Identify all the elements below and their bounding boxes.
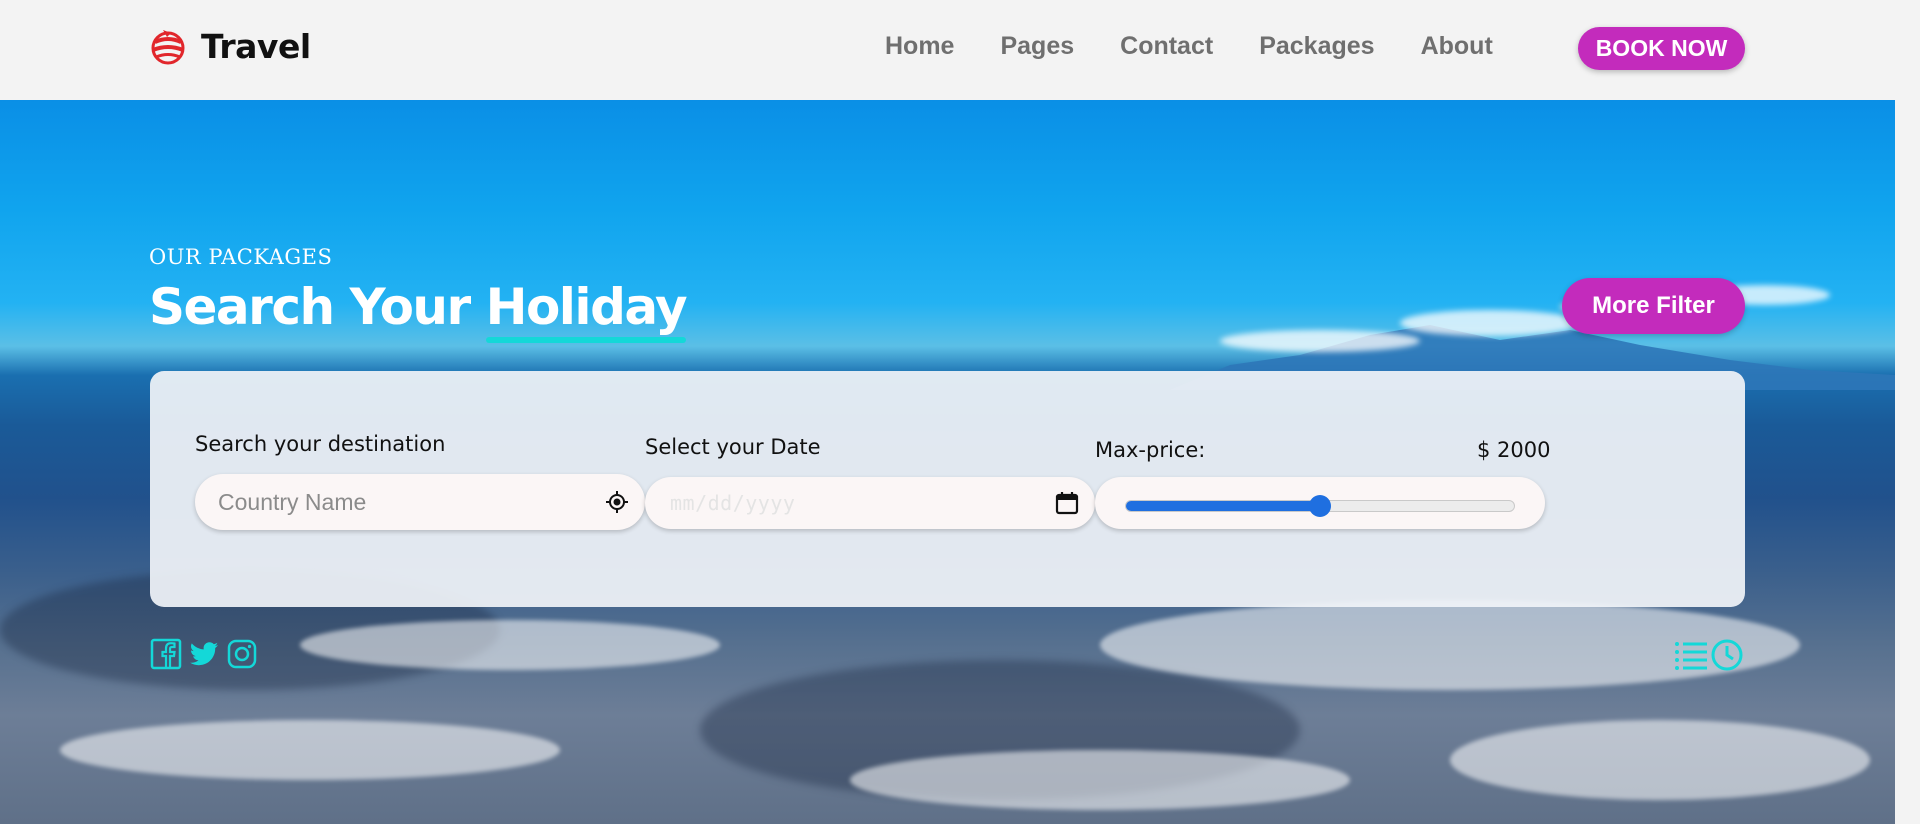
location-target-icon[interactable] — [605, 490, 629, 514]
nav-pages[interactable]: Pages — [1000, 32, 1074, 61]
wave-foam — [850, 750, 1350, 810]
search-panel: Search your destination Select your Date… — [150, 371, 1745, 607]
nav-packages[interactable]: Packages — [1259, 32, 1374, 61]
hero-title: Search Your Holiday — [149, 278, 688, 343]
hero-title-text: Search Your — [149, 278, 486, 336]
date-label: Select your Date — [645, 435, 821, 459]
price-slider-handle[interactable] — [1309, 495, 1331, 517]
globe-logo-icon — [151, 30, 185, 65]
clock-icon[interactable] — [1709, 638, 1745, 672]
social-links — [150, 638, 258, 670]
more-filter-button[interactable]: More Filter — [1562, 278, 1745, 334]
date-input[interactable]: mm/dd/yyyy — [670, 491, 795, 515]
instagram-icon[interactable] — [226, 638, 258, 670]
list-icon[interactable] — [1673, 638, 1709, 672]
price-slider-field — [1095, 477, 1545, 529]
price-value: $ 2000 — [1477, 438, 1551, 462]
wave-foam — [300, 620, 720, 670]
twitter-icon[interactable] — [188, 638, 220, 670]
nav-about[interactable]: About — [1421, 32, 1493, 61]
destination-field[interactable] — [195, 474, 645, 530]
wave-foam — [60, 720, 560, 780]
calendar-icon[interactable] — [1055, 491, 1079, 515]
book-now-button[interactable]: BOOK NOW — [1578, 27, 1745, 70]
cloud — [1400, 310, 1580, 336]
site-header: Travel Home Pages Contact Packages About… — [0, 0, 1895, 100]
hero-title-highlight: Holiday — [485, 278, 688, 343]
hero-section: OUR PACKAGES Search Your Holiday More Fi… — [0, 100, 1895, 824]
wave-foam — [1450, 720, 1870, 800]
view-controls — [1673, 638, 1745, 672]
brand-logo[interactable]: Travel — [149, 26, 311, 66]
destination-label: Search your destination — [195, 432, 446, 456]
price-slider-fill — [1126, 501, 1320, 511]
date-field[interactable]: mm/dd/yyyy — [645, 477, 1095, 529]
nav-home[interactable]: Home — [885, 32, 954, 61]
section-eyebrow: OUR PACKAGES — [149, 245, 333, 269]
destination-input[interactable] — [218, 488, 568, 516]
cloud — [1220, 330, 1420, 352]
brand-name: Travel — [201, 26, 311, 66]
price-slider-track[interactable] — [1125, 495, 1515, 517]
facebook-icon[interactable] — [150, 638, 182, 670]
price-label: Max-price: — [1095, 438, 1206, 462]
main-nav: Home Pages Contact Packages About — [885, 32, 1493, 61]
nav-contact[interactable]: Contact — [1120, 32, 1213, 61]
